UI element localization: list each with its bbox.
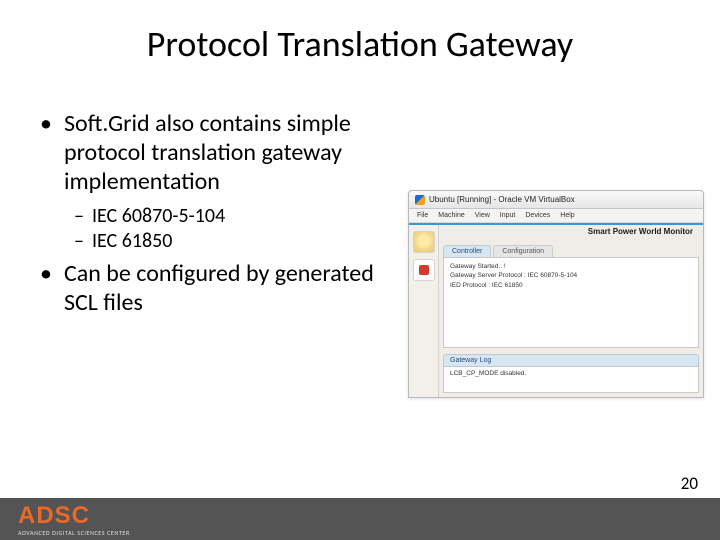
controller-icon[interactable] — [413, 231, 435, 253]
window-title: Ubuntu [Running] - Oracle VM VirtualBox — [429, 195, 575, 204]
log-header: Gateway Log — [443, 354, 699, 367]
window-menubar: File Machine View Input Devices Help — [409, 209, 703, 223]
logo-block: ADSC ADVANCED DIGITAL SCIENCES CENTER — [0, 502, 130, 537]
log-body: LCB_CP_MODE disabled. — [443, 367, 699, 393]
bullet-dot-icon: • — [40, 260, 52, 318]
bullet-1: • Soft.Grid also contains simple protoco… — [40, 110, 400, 196]
virtualbox-icon — [415, 195, 425, 205]
app-title: Smart Power World Monitor — [439, 225, 703, 241]
stop-button[interactable] — [413, 259, 435, 281]
menu-input[interactable]: Input — [500, 212, 516, 219]
bullet-1-sub-2-text: IEC 61850 — [92, 229, 172, 254]
status-line-3: IED Protocol : IEC 61850 — [450, 281, 692, 290]
status-line-1: Gateway Started.. ! — [450, 262, 692, 271]
bullet-dot-icon: • — [40, 110, 52, 196]
adsc-subtitle: ADVANCED DIGITAL SCIENCES CENTER — [18, 529, 130, 537]
content-column: • Soft.Grid also contains simple protoco… — [40, 110, 400, 326]
stop-icon — [419, 265, 429, 275]
dash-icon: – — [74, 204, 84, 229]
page-number: 20 — [681, 473, 698, 494]
status-panel: Gateway Started.. ! Gateway Server Proto… — [443, 257, 699, 348]
app-main: Smart Power World Monitor Controller Con… — [439, 225, 703, 397]
menu-machine[interactable]: Machine — [438, 212, 464, 219]
app-tabs: Controller Configuration — [439, 241, 703, 257]
tab-controller[interactable]: Controller — [443, 245, 491, 257]
app-inner: Smart Power World Monitor Controller Con… — [409, 223, 703, 397]
bullet-1-sub-1-text: IEC 60870-5-104 — [92, 204, 225, 229]
bullet-2-text: Can be configured by generated SCL files — [64, 260, 400, 318]
app-sidebar — [409, 225, 439, 397]
slide: Protocol Translation Gateway • Soft.Grid… — [0, 0, 720, 540]
embedded-screenshot: Ubuntu [Running] - Oracle VM VirtualBox … — [408, 190, 704, 398]
footer-bar: ADSC ADVANCED DIGITAL SCIENCES CENTER — [0, 498, 720, 540]
slide-title: Protocol Translation Gateway — [0, 0, 720, 66]
menu-view[interactable]: View — [475, 212, 490, 219]
window-titlebar: Ubuntu [Running] - Oracle VM VirtualBox — [409, 191, 703, 209]
dash-icon: – — [74, 229, 84, 254]
menu-file[interactable]: File — [417, 212, 428, 219]
bullet-1-sub-1: – IEC 60870-5-104 — [74, 204, 400, 229]
bullet-1-sub-2: – IEC 61850 — [74, 229, 400, 254]
tab-configuration[interactable]: Configuration — [493, 245, 553, 257]
bullet-1-text: Soft.Grid also contains simple protocol … — [64, 110, 400, 196]
bullet-2: • Can be configured by generated SCL fil… — [40, 260, 400, 318]
menu-devices[interactable]: Devices — [525, 212, 550, 219]
menu-help[interactable]: Help — [560, 212, 574, 219]
adsc-logo: ADSC — [18, 502, 130, 530]
status-line-2: Gateway Server Protocol : IEC 60870-5-10… — [450, 271, 692, 280]
